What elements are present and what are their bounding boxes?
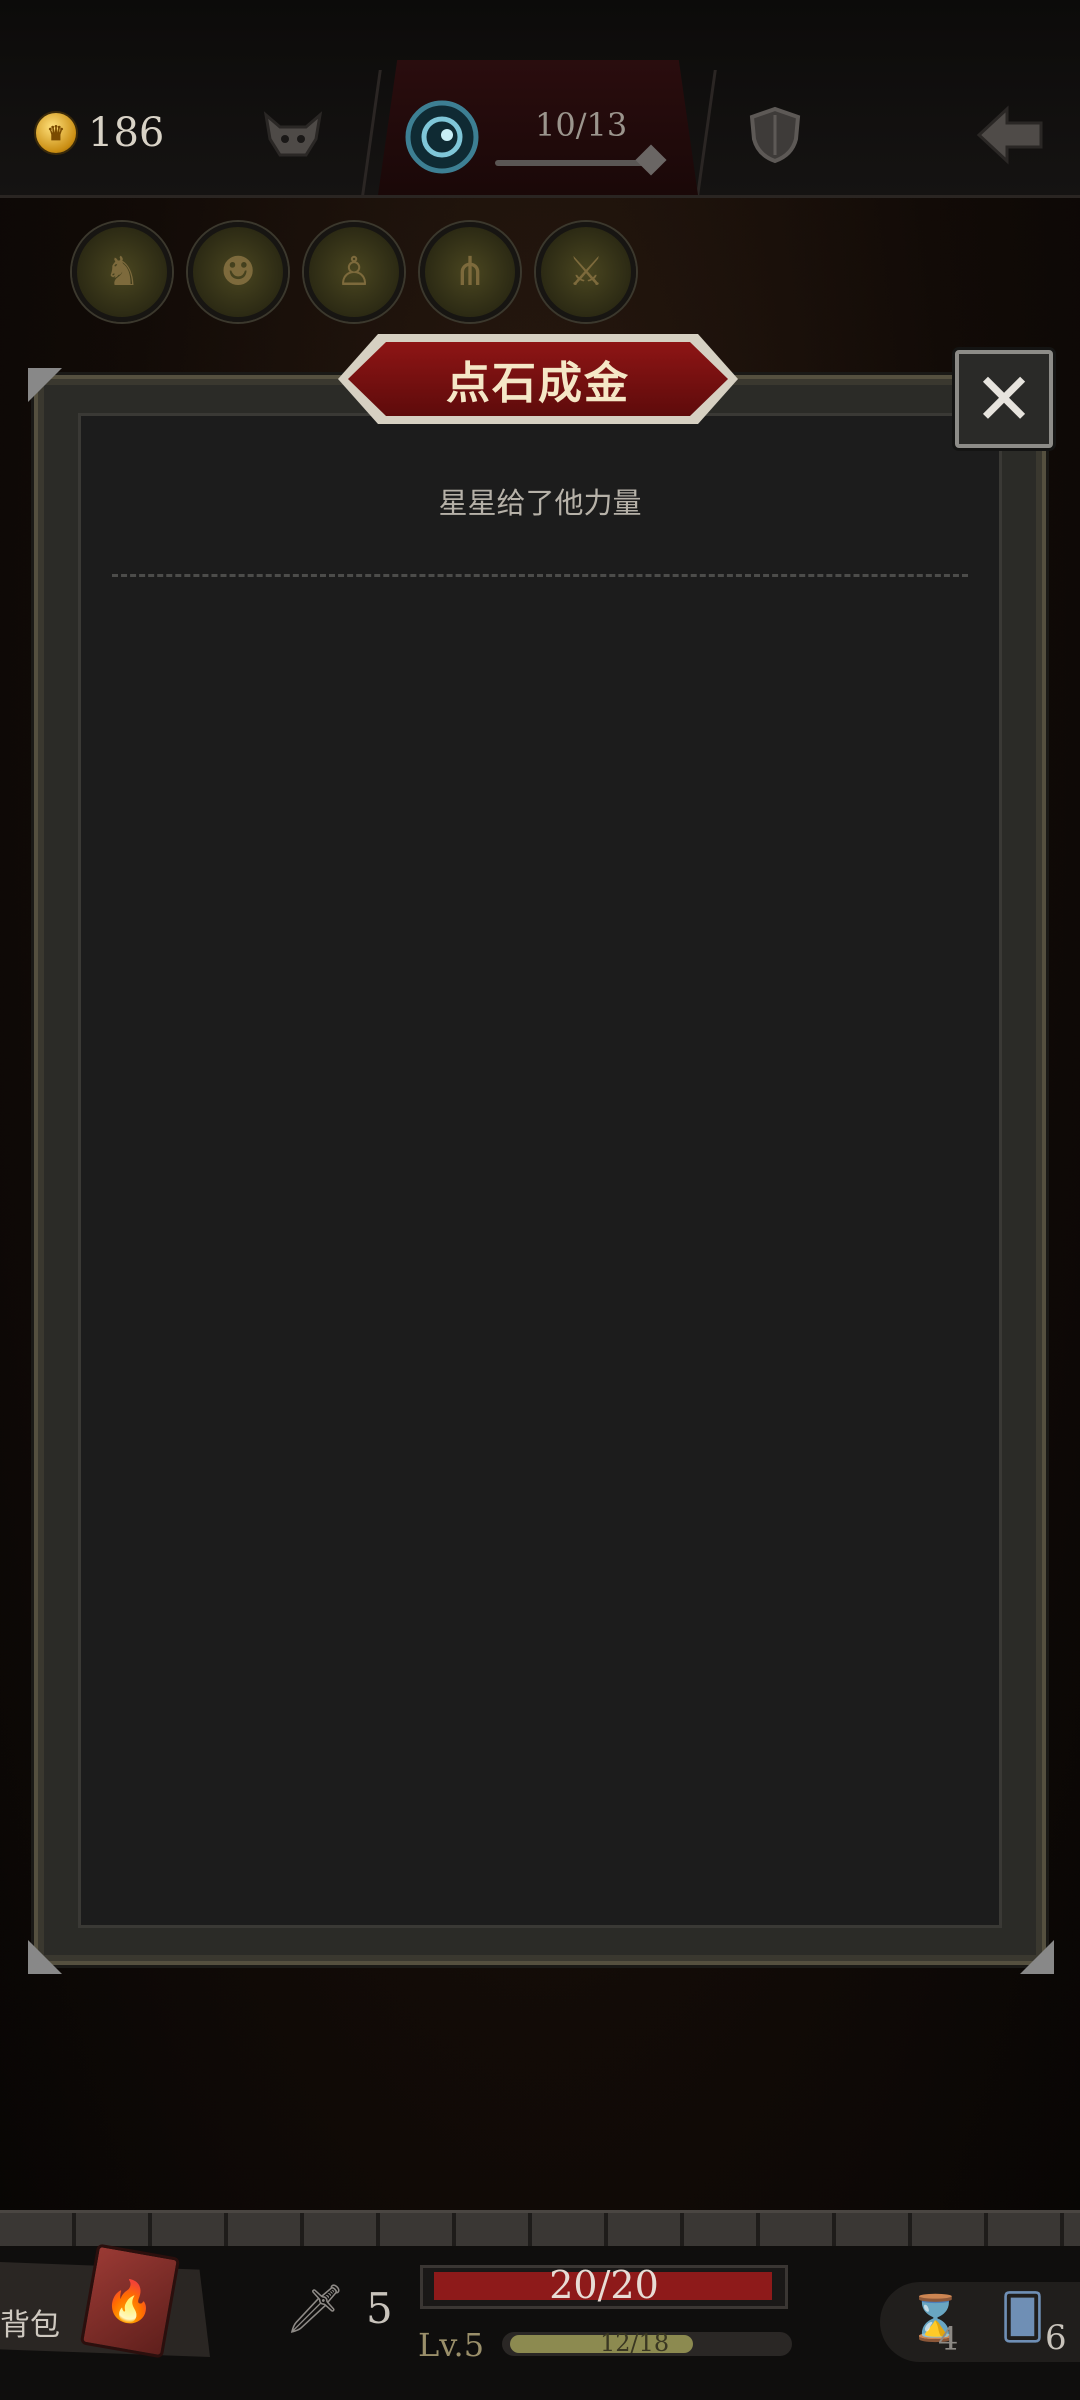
back-button[interactable] [970, 100, 1050, 170]
close-icon: ✕ [973, 357, 1035, 441]
attack-stat: 🗡 5 [285, 2280, 393, 2337]
cards-icon[interactable]: 🂠 [1000, 2292, 1045, 2343]
bottom-brick-wall [0, 2210, 1080, 2249]
modal-title: 点石成金 [348, 342, 728, 416]
back-arrow-icon [976, 105, 1043, 165]
tab-demon[interactable] [258, 100, 328, 170]
tab-map[interactable] [400, 95, 484, 179]
floor-progress-track [495, 160, 655, 166]
figure-relic-icon: ♙ [336, 249, 372, 295]
pirate-relic-icon: ☻ [220, 249, 256, 295]
portal-icon [405, 100, 479, 174]
relic-slot-3[interactable]: ♙ [304, 222, 404, 322]
tab-defense[interactable] [740, 100, 810, 170]
bag-label[interactable]: 背包 [0, 2300, 60, 2344]
coin-icon: ♛ [34, 111, 78, 155]
dashed-divider [112, 574, 968, 577]
hp-text: 20/20 [549, 2263, 659, 2307]
close-button[interactable]: ✕ [955, 350, 1053, 448]
wheat-relic-icon: ⋔ [453, 249, 487, 295]
cards-count: 6 [1045, 2318, 1067, 2358]
floor-progress-text: 10/13 [535, 106, 628, 144]
level-text: Lv.5 [418, 2326, 485, 2364]
sword-icon: 🗡 [285, 2281, 346, 2337]
demon-mask-icon [263, 111, 323, 157]
relic-slot-5[interactable]: ⚔ [536, 222, 636, 322]
coin-count: 186 [88, 110, 165, 156]
lion-relic-icon: ♞ [104, 249, 140, 295]
relic-slot-4[interactable]: ⋔ [420, 222, 520, 322]
relic-slot-1[interactable]: ♞ [72, 222, 172, 322]
shield-icon [749, 106, 801, 164]
spellbook-icon[interactable]: 🔥 [79, 2243, 181, 2359]
xp-text: 12/18 [600, 2329, 670, 2357]
warriors-relic-icon: ⚔ [568, 249, 604, 295]
relic-slot-2[interactable]: ☻ [188, 222, 288, 322]
modal-content-panel [78, 413, 1002, 1928]
relic-row: ♞ ☻ ♙ ⋔ ⚔ [72, 222, 636, 322]
hourglass-count: 4 [938, 2320, 959, 2358]
modal-subtitle: 星星给了他力量 [438, 486, 642, 520]
coin-counter: ♛ 186 [34, 110, 164, 156]
attack-value: 5 [365, 2284, 393, 2333]
